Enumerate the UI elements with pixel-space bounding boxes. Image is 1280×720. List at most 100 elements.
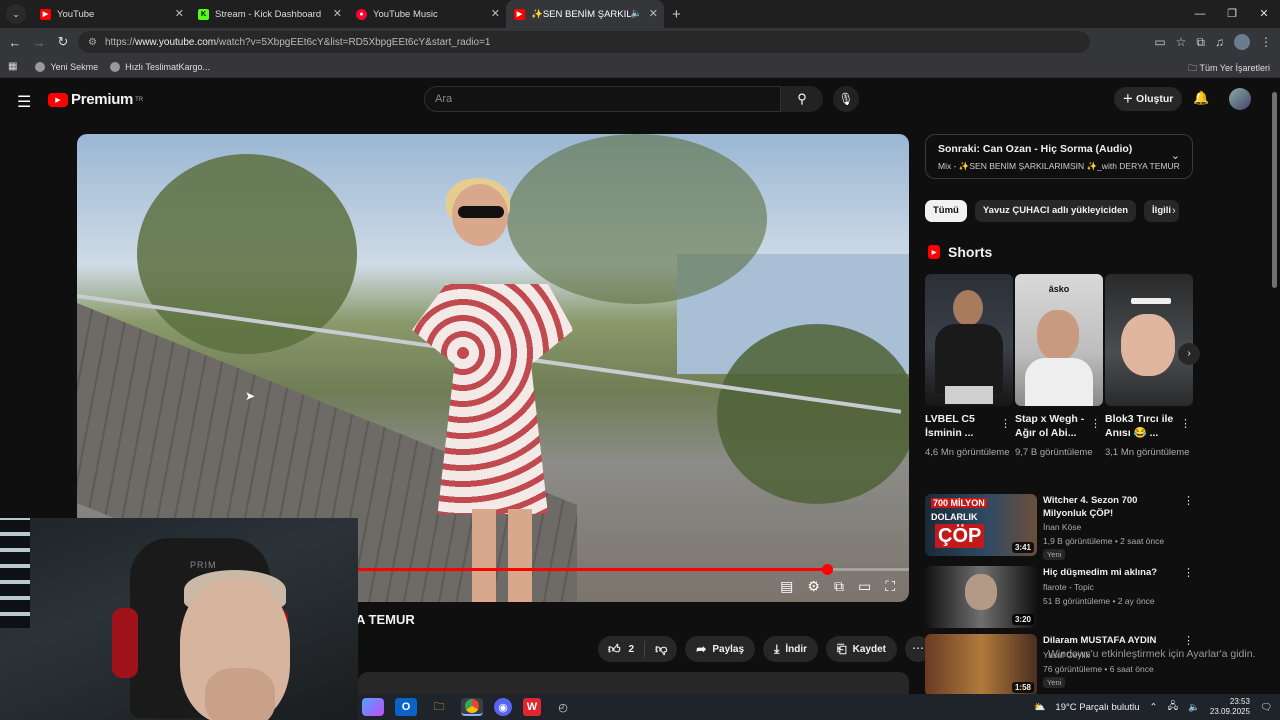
browser-menu-icon[interactable]: ⋮	[1260, 35, 1272, 49]
restore-icon[interactable]: ❐	[1216, 0, 1248, 28]
voice-search-button[interactable]: 🎙	[833, 86, 859, 112]
more-vertical-icon[interactable]: ⋮	[1183, 634, 1194, 647]
video-title[interactable]: Dilaram MUSTAFA AYDIN	[1043, 634, 1171, 647]
media-control-icon[interactable]: ♫	[1215, 35, 1224, 49]
dislike-button[interactable]: 👎︎	[645, 642, 677, 657]
chip-uploader[interactable]: Yavuz ÇUHACI adlı yükleyiciden	[974, 200, 1137, 222]
search-input[interactable]: Ara	[424, 86, 781, 112]
browser-tab-youtube[interactable]: ▶ YouTube ✕	[32, 0, 190, 28]
more-vertical-icon[interactable]: ⋮	[1183, 566, 1194, 579]
video-title[interactable]: Hiç düşmedim mi aklına?	[1043, 566, 1171, 579]
weather-cloud-icon[interactable]: ⛅	[1034, 702, 1046, 713]
chevron-down-icon[interactable]: ⌄	[1171, 149, 1180, 162]
volume-icon[interactable]: 🔈	[1188, 702, 1200, 713]
account-avatar[interactable]	[1229, 88, 1251, 110]
share-button[interactable]: ➦ Paylaş	[685, 636, 756, 662]
more-vertical-icon[interactable]: ⋮	[1000, 417, 1011, 430]
file-explorer-icon[interactable]: 🗀	[428, 698, 450, 716]
hamburger-menu-icon[interactable]: ☰	[17, 92, 31, 112]
progress-scrubber[interactable]	[822, 564, 834, 575]
browser-tab-current[interactable]: ▶ ✨SEN BENİM ŞARKILARIM 🔈 ✕	[506, 0, 664, 28]
save-button[interactable]: ⎗ Kaydet	[826, 636, 898, 662]
recommended-video[interactable]: 3:20 Hiç düşmedim mi aklına? flarote - T…	[925, 566, 1194, 628]
short-title[interactable]: Blok3 Tırcı ile Anısı 😂 ...	[1105, 412, 1177, 440]
short-card[interactable]: âsko Stap x Wegh - Ağır ol Abi... ⋮ 9,7 …	[1015, 274, 1103, 459]
back-arrow-icon[interactable]: ←	[3, 35, 27, 50]
bookmark-item[interactable]: Yeni Sekme	[35, 61, 98, 72]
short-views: 4,6 Mn görüntüleme	[925, 447, 1010, 458]
video-thumbnail[interactable]: 3:20	[925, 566, 1037, 628]
short-card[interactable]: LVBEL C5 İsminin ... ⋮ 4,6 Mn görüntülem…	[925, 274, 1013, 459]
chrome-icon[interactable]	[461, 698, 483, 716]
recommended-video[interactable]: 1:58 Dilaram MUSTAFA AYDIN Yusuf Ceylik …	[925, 634, 1194, 696]
toolbar-icons: ▭ ☆ ⧉ ♫ ⋮	[1154, 28, 1272, 56]
clock[interactable]: 23:53 23.09.2025	[1210, 697, 1250, 717]
speaker-icon[interactable]: 🔈	[631, 8, 642, 19]
channel-name[interactable]: flarote - Topic	[1043, 582, 1094, 592]
download-button[interactable]: ⤓ İndir	[763, 636, 819, 662]
reload-icon[interactable]: ↻	[51, 34, 75, 50]
close-icon[interactable]: ✕	[649, 7, 658, 20]
video-thumbnail[interactable]: 700 MİLYON DOLARLIK ÇÖP 3:41	[925, 494, 1037, 556]
weather-text[interactable]: 19°C Parçalı bulutlu	[1055, 702, 1139, 713]
video-thumbnail[interactable]: 1:58	[925, 634, 1037, 696]
close-window-icon[interactable]: ✕	[1248, 0, 1280, 28]
miniplayer-icon[interactable]: ⧉	[834, 578, 844, 595]
short-person-body	[1025, 358, 1093, 406]
cast-icon[interactable]: ▭	[1154, 35, 1165, 49]
app-icon[interactable]: ◴	[552, 698, 574, 716]
url-field[interactable]: ⚙ https://www.youtube.com/watch?v=5XbpgE…	[78, 31, 1090, 53]
notifications-bell-icon[interactable]: 🔔	[1193, 90, 1209, 106]
discord-icon[interactable]: ◉	[494, 698, 512, 716]
site-info-icon[interactable]: ⚙	[88, 37, 97, 48]
close-icon[interactable]: ✕	[491, 7, 500, 20]
tab-search-button[interactable]: ⌄	[6, 4, 26, 24]
like-button[interactable]: 👍︎ 2	[598, 641, 646, 657]
winrar-icon[interactable]: W	[523, 698, 541, 716]
channel-name[interactable]: İnan Köse	[1043, 522, 1081, 532]
notification-icon[interactable]: 🗨	[1260, 702, 1272, 713]
more-vertical-icon[interactable]: ⋮	[1180, 417, 1191, 430]
browser-tab-youtube-music[interactable]: ● YouTube Music ✕	[348, 0, 506, 28]
outlook-icon[interactable]: O	[395, 698, 417, 716]
chevron-right-icon[interactable]: ›	[1172, 205, 1176, 217]
video-title[interactable]: Witcher 4. Sezon 700 Milyonluk ÇÖP!	[1043, 494, 1171, 520]
close-icon[interactable]: ✕	[175, 7, 184, 20]
bookmark-star-icon[interactable]: ☆	[1176, 35, 1187, 49]
profile-avatar[interactable]	[1234, 34, 1250, 50]
short-thumbnail[interactable]	[925, 274, 1013, 406]
settings-gear-icon[interactable]: ⚙	[807, 578, 820, 595]
browser-tab-kick[interactable]: K Stream - Kick Dashboard ✕	[190, 0, 348, 28]
short-thumbnail[interactable]: âsko	[1015, 274, 1103, 406]
chip-all[interactable]: Tümü	[925, 200, 967, 222]
youtube-logo[interactable]: ▶ Premium TR	[48, 91, 143, 108]
create-button[interactable]: ＋ Oluştur	[1114, 87, 1182, 111]
minimize-icon[interactable]: —	[1184, 0, 1216, 28]
extensions-icon[interactable]: ⧉	[1196, 35, 1205, 50]
network-icon[interactable]: 🖧	[1167, 699, 1178, 715]
theater-mode-icon[interactable]: ▭	[858, 578, 871, 595]
recommended-video[interactable]: 700 MİLYON DOLARLIK ÇÖP 3:41 Witcher 4. …	[925, 494, 1194, 560]
new-tab-button[interactable]: +	[664, 6, 689, 23]
close-icon[interactable]: ✕	[333, 7, 342, 20]
playlist-panel[interactable]: Sonraki: Can Ozan - Hiç Sorma (Audio) Mi…	[925, 134, 1193, 179]
short-sign	[945, 386, 993, 404]
copilot-icon[interactable]	[362, 698, 384, 716]
short-title[interactable]: LVBEL C5 İsminin ...	[925, 412, 997, 440]
chevron-up-icon[interactable]: ⌃	[1149, 702, 1157, 713]
bookmark-item[interactable]: Hızlı TeslimatKargo...	[110, 61, 210, 72]
description-box[interactable]	[358, 672, 909, 694]
fullscreen-icon[interactable]: ⛶	[885, 578, 895, 595]
page-scrollbar[interactable]	[1272, 92, 1277, 288]
subtitles-icon[interactable]: ▤	[780, 578, 793, 595]
all-bookmarks-button[interactable]: 🗀 Tüm Yer İşaretleri	[1188, 61, 1270, 77]
short-title[interactable]: Stap x Wegh - Ağır ol Abi...	[1015, 412, 1087, 440]
short-thumbnail[interactable]	[1105, 274, 1193, 406]
apps-grid-icon[interactable]: ▦	[8, 61, 17, 72]
short-card[interactable]: Blok3 Tırcı ile Anısı 😂 ... ⋮ 3,1 Mn gör…	[1105, 274, 1193, 459]
forward-arrow-icon[interactable]: →	[27, 35, 51, 50]
more-vertical-icon[interactable]: ⋮	[1090, 417, 1101, 430]
more-vertical-icon[interactable]: ⋮	[1183, 494, 1194, 507]
search-button[interactable]: ⚲	[781, 86, 823, 112]
shorts-next-button[interactable]: ›	[1178, 343, 1200, 365]
